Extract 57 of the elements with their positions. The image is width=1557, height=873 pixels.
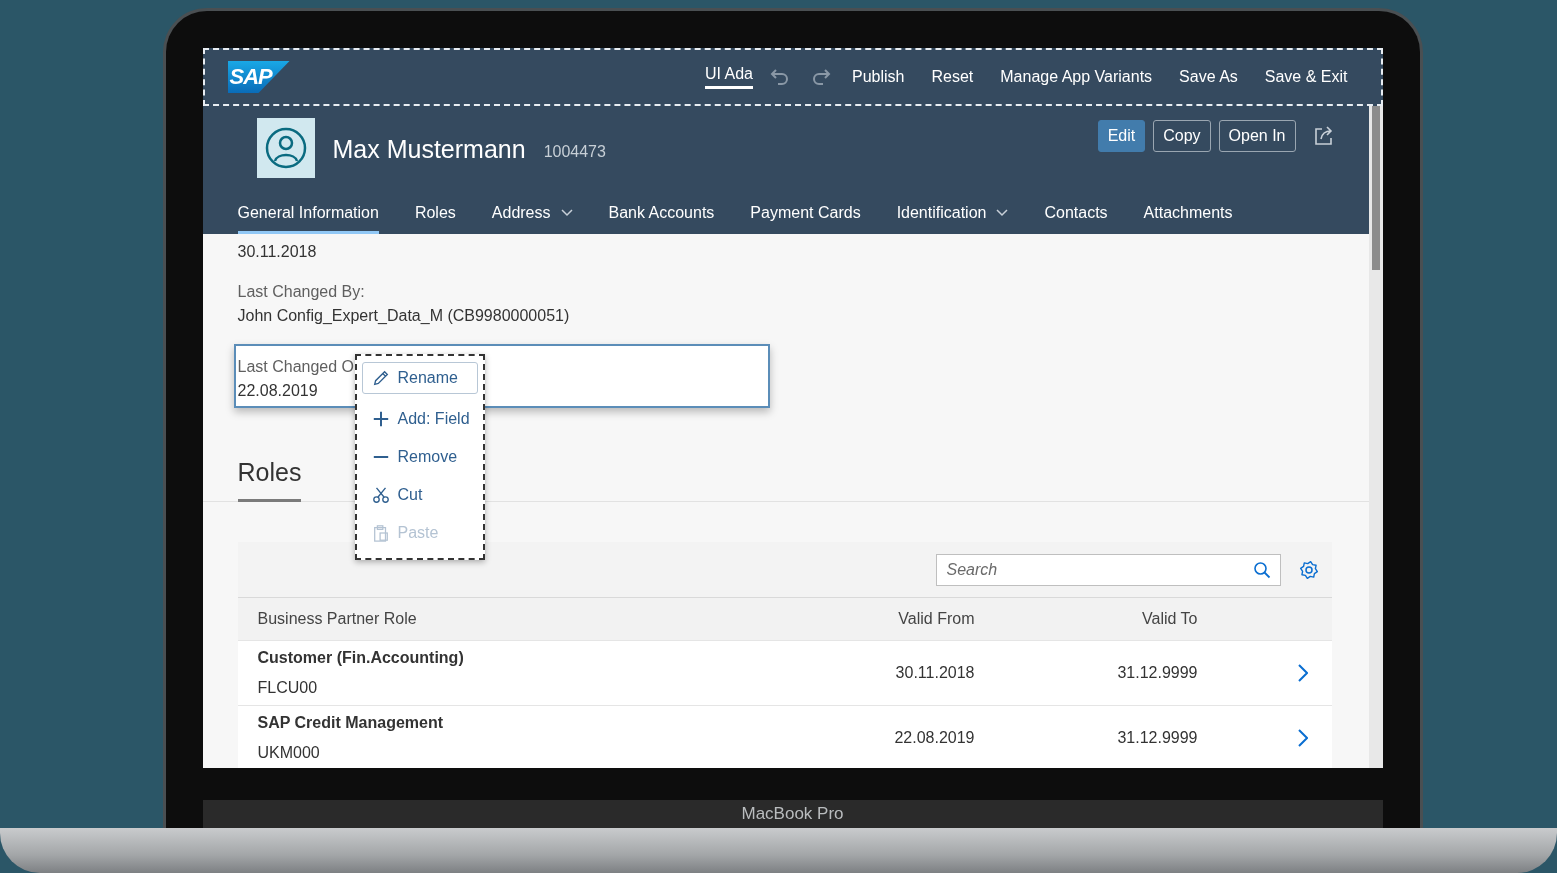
tab[interactable]: Payment Cards: [750, 194, 861, 234]
undo-icon[interactable]: [770, 68, 790, 86]
table-cell-text: 30.11.2018: [894, 664, 975, 682]
table-cell-text: Customer (Fin.Accounting): [257, 648, 465, 668]
toolbar-button[interactable]: Publish: [852, 68, 905, 86]
menu-item[interactable]: Rename: [361, 362, 478, 395]
redo-icon[interactable]: [811, 68, 831, 86]
scrollbar[interactable]: [1368, 106, 1383, 768]
plus-icon: [371, 410, 390, 429]
minus-icon: [371, 456, 390, 459]
column-header: Business Partner Role: [256, 610, 418, 628]
table-row[interactable]: Customer (Fin.Accounting) FLCU00 30.11.2018 31.12.9999: [237, 641, 1332, 706]
tab[interactable]: Attachments: [1143, 194, 1233, 234]
field-label: Last Changed By:: [237, 282, 365, 302]
menu-item[interactable]: Cut: [361, 476, 478, 515]
object-id: 1004473: [543, 143, 606, 161]
avatar-icon: [256, 118, 315, 178]
toolbar-button[interactable]: Reset: [931, 68, 974, 86]
share-icon[interactable]: [1313, 126, 1334, 146]
section-title[interactable]: Roles: [237, 458, 302, 502]
chevron-right-icon[interactable]: [1297, 664, 1308, 682]
pencil-icon: [371, 369, 390, 388]
tab[interactable]: Identification: [896, 194, 1009, 234]
field-label: Last Changed O: [237, 357, 355, 377]
toolbar-button[interactable]: Manage App Variants: [1000, 68, 1153, 86]
table-cell-text: UKM000: [257, 743, 321, 763]
search-icon[interactable]: [1252, 560, 1271, 579]
column-header: Valid To: [1141, 610, 1198, 628]
device-label: MacBook Pro: [741, 804, 844, 824]
object-title: Max Mustermann: [332, 135, 526, 164]
table-cell-text: FLCU00: [257, 678, 319, 698]
tab[interactable]: Roles: [414, 194, 456, 234]
clipboard-icon: [371, 524, 390, 543]
tab[interactable]: Contacts: [1044, 194, 1108, 234]
table-cell-text: 22.08.2019: [893, 729, 975, 747]
table-cell-text: 31.12.9999: [1116, 664, 1198, 682]
column-header: Valid From: [897, 610, 975, 628]
toolbar-button[interactable]: Save As: [1179, 68, 1238, 86]
table-cell-text: SAP Credit Management: [257, 713, 445, 733]
settings-icon[interactable]: [1298, 559, 1319, 580]
search-field[interactable]: Search: [935, 553, 1281, 586]
tab[interactable]: Bank Accounts: [608, 194, 715, 234]
field-value: 30.11.2018: [237, 242, 317, 262]
chevron-right-icon[interactable]: [1297, 729, 1308, 747]
field-value: 22.08.2019: [237, 381, 318, 401]
field-value: John Config_Expert_Data_M (CB9980000051): [237, 306, 570, 326]
mode-tab[interactable]: UI Ada: [704, 65, 753, 89]
tab[interactable]: General Information: [237, 194, 379, 234]
scissors-icon: [371, 486, 390, 505]
tab[interactable]: Address: [491, 194, 573, 234]
toolbar-button[interactable]: Save & Exit: [1264, 68, 1348, 86]
header-button[interactable]: Copy: [1153, 120, 1211, 152]
sap-logo: SAP: [227, 61, 290, 93]
header-button[interactable]: Open In: [1218, 120, 1296, 152]
menu-item[interactable]: Remove: [361, 438, 478, 477]
header-button[interactable]: Edit: [1097, 120, 1146, 152]
table-cell-text: 31.12.9999: [1116, 729, 1198, 747]
